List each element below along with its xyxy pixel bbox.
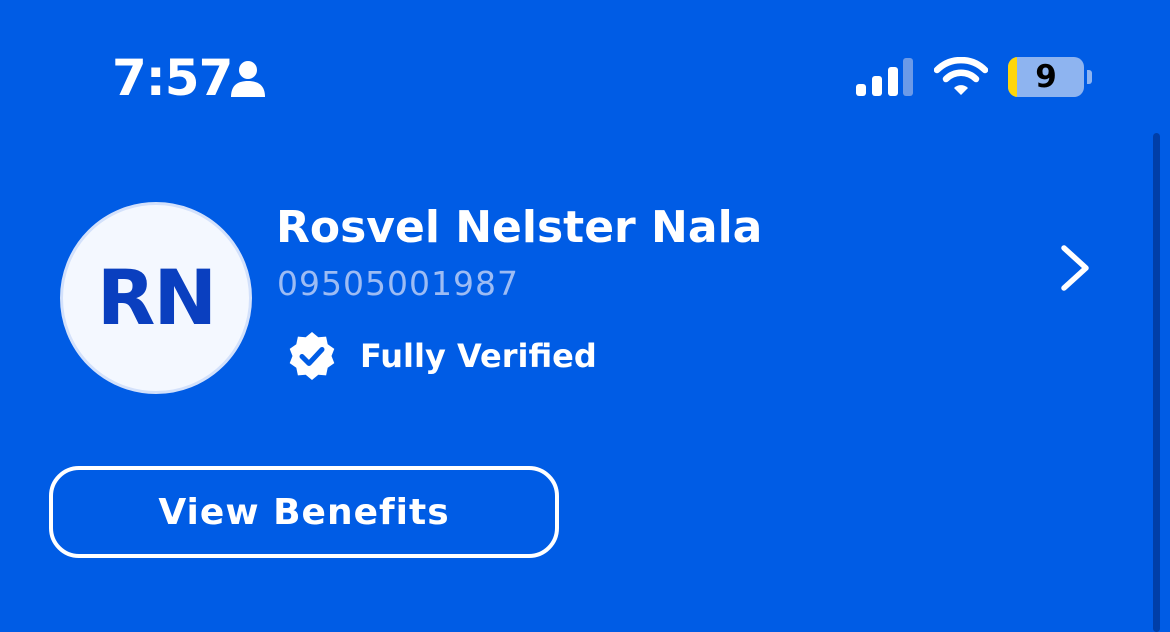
status-bar: 7:57 9: [0, 0, 1170, 130]
user-phone: 09505001987: [277, 264, 519, 303]
profile-card[interactable]: RN Rosvel Nelster Nala 09505001987 Fully…: [0, 190, 1140, 410]
verification-status: Fully Verified: [360, 337, 597, 375]
avatar: RN: [60, 202, 252, 394]
battery-icon: 9: [1008, 57, 1084, 97]
battery-cap: [1087, 70, 1092, 84]
view-benefits-button[interactable]: View Benefits: [49, 466, 559, 558]
wifi-icon: [934, 57, 988, 95]
chevron-right-icon[interactable]: [1050, 240, 1100, 296]
user-name: Rosvel Nelster Nala: [276, 202, 763, 253]
battery-level: 9: [1035, 59, 1057, 95]
status-time: 7:57: [112, 49, 233, 107]
scrollbar[interactable]: [1153, 133, 1160, 632]
signal-icon: [856, 58, 913, 96]
verified-badge-icon: [289, 332, 335, 380]
person-icon: [231, 61, 265, 97]
